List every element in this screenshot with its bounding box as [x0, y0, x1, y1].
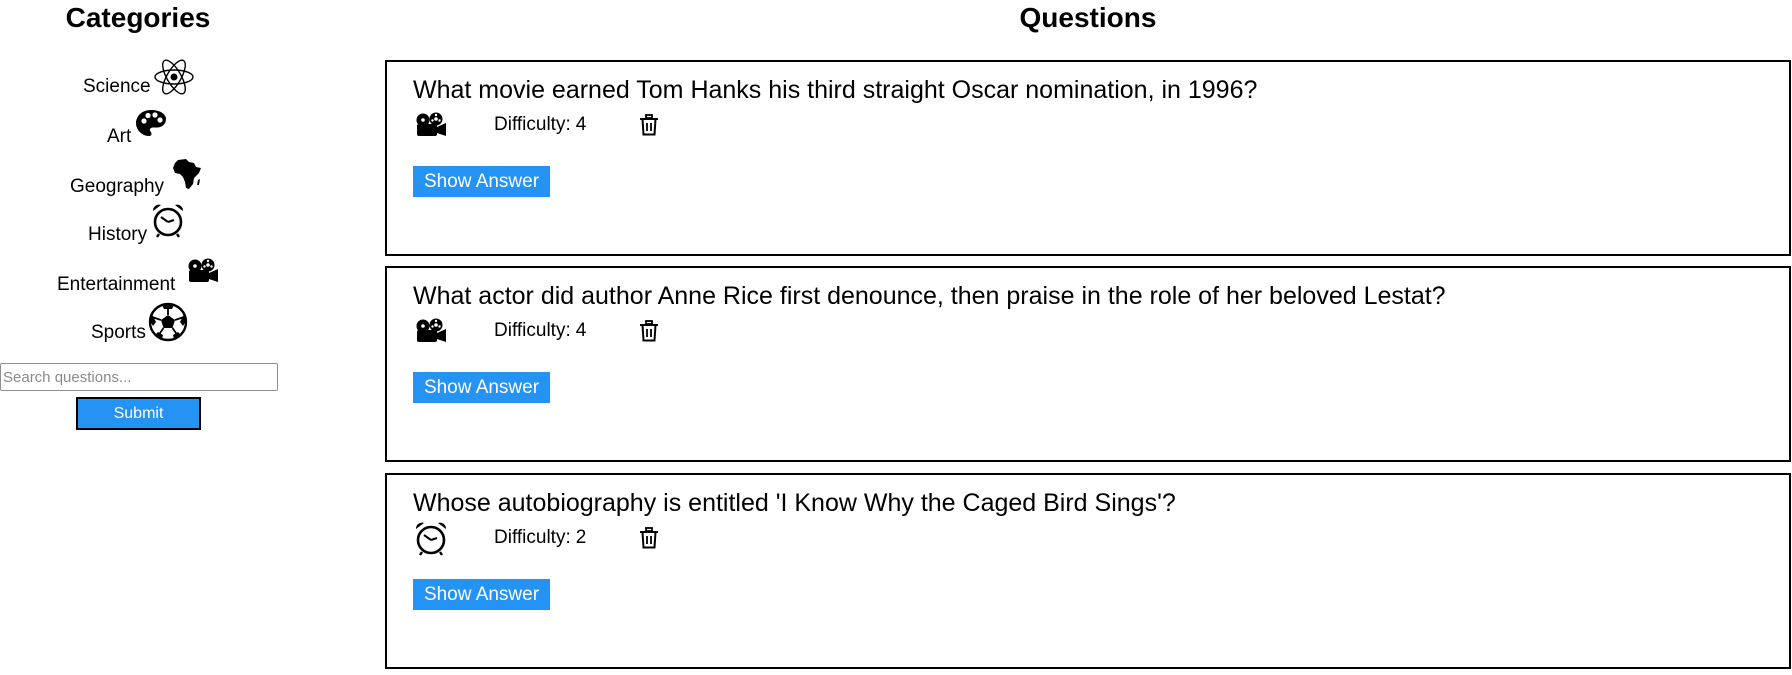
question-card: What movie earned Tom Hanks his third st…: [385, 60, 1791, 256]
category-art[interactable]: Art: [0, 106, 276, 150]
difficulty-value: 2: [575, 527, 587, 548]
search-input[interactable]: [0, 363, 278, 391]
show-answer-button[interactable]: Show Answer: [413, 579, 550, 610]
film-projector-icon: [416, 318, 446, 342]
difficulty-indicator: Difficulty: 4: [494, 320, 586, 342]
difficulty-label: Difficulty:: [494, 527, 571, 548]
difficulty-label: Difficulty:: [494, 320, 571, 341]
alarm-clock-icon: [415, 522, 447, 556]
difficulty-indicator: Difficulty: 4: [494, 114, 586, 136]
category-entertainment[interactable]: Entertainment: [0, 256, 276, 300]
soccer-ball-icon: [148, 302, 188, 342]
category-label: Science: [83, 76, 151, 97]
category-science[interactable]: Science: [0, 58, 276, 102]
difficulty-value: 4: [575, 320, 587, 341]
question-text: What movie earned Tom Hanks his third st…: [413, 76, 1258, 104]
question-card: What actor did author Anne Rice first de…: [385, 266, 1791, 462]
difficulty-label: Difficulty:: [494, 114, 571, 135]
categories-heading: Categories: [65, 2, 211, 33]
questions-heading: Questions: [1019, 2, 1157, 33]
palette-icon: [136, 110, 166, 136]
difficulty-indicator: Difficulty: 2: [494, 527, 586, 549]
question-text: What actor did author Anne Rice first de…: [413, 282, 1446, 310]
film-projector-icon: [416, 112, 446, 136]
show-answer-button[interactable]: Show Answer: [413, 166, 550, 197]
category-label: Art: [107, 126, 132, 147]
difficulty-value: 4: [575, 114, 587, 135]
category-label: History: [88, 224, 148, 245]
show-answer-button[interactable]: Show Answer: [413, 372, 550, 403]
trash-icon[interactable]: [639, 527, 659, 549]
submit-button[interactable]: Submit: [76, 397, 201, 430]
atom-icon: [154, 59, 194, 95]
film-projector-icon: [188, 258, 218, 282]
category-label: Entertainment: [57, 274, 176, 295]
category-label: Geography: [70, 176, 165, 197]
question-card: Whose autobiography is entitled 'I Know …: [385, 473, 1791, 669]
category-history[interactable]: History: [0, 202, 276, 246]
category-geography[interactable]: Geography: [0, 156, 276, 200]
category-label: Sports: [91, 322, 146, 343]
question-text: Whose autobiography is entitled 'I Know …: [413, 489, 1176, 517]
africa-map-icon: [173, 159, 201, 189]
trash-icon[interactable]: [639, 114, 659, 136]
alarm-clock-icon: [152, 204, 184, 238]
category-sports[interactable]: Sports: [0, 302, 276, 346]
trash-icon[interactable]: [639, 320, 659, 342]
